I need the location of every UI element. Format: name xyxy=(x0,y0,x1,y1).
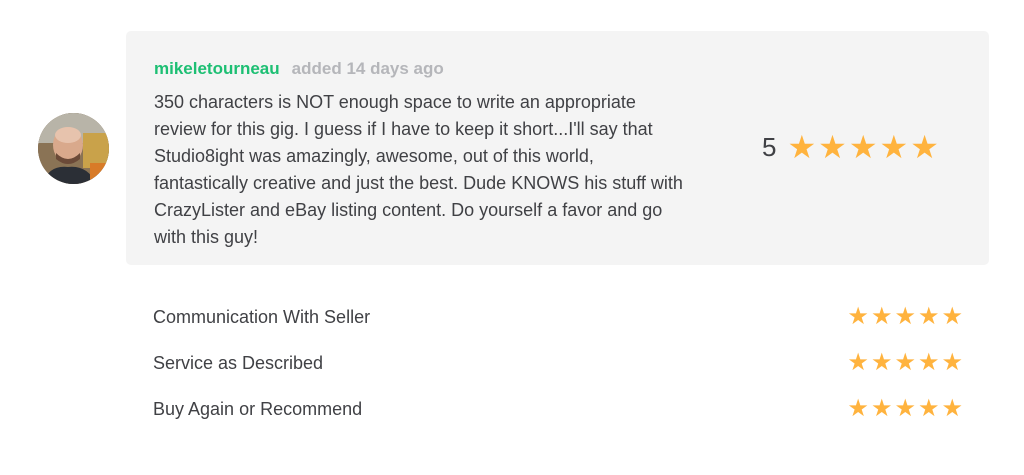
star-icon: ★ xyxy=(941,395,963,422)
star-icon: ★ xyxy=(847,303,869,330)
breakdown-row-service: Service as Described ★ ★ ★ ★ ★ xyxy=(153,340,963,386)
star-icon: ★ xyxy=(847,395,869,422)
star-icon: ★ xyxy=(870,395,893,422)
star-icon: ★ xyxy=(847,349,869,376)
star-icon: ★ xyxy=(894,395,916,422)
avatar-image xyxy=(38,113,109,184)
star-icon: ★ xyxy=(917,303,940,330)
rating-breakdown: Communication With Seller ★ ★ ★ ★ ★ Service … xyxy=(153,294,963,432)
breakdown-row-recommend: Buy Again or Recommend ★ ★ ★ ★ ★ xyxy=(153,386,963,432)
star-icon: ★ xyxy=(894,349,916,376)
star-icon: ★ xyxy=(818,129,847,165)
star-icon: ★ xyxy=(917,395,940,422)
breakdown-row-communication: Communication With Seller ★ ★ ★ ★ ★ xyxy=(153,294,963,340)
review-box: mikeletourneau added 14 days ago 350 char… xyxy=(126,31,989,265)
star-icon: ★ xyxy=(910,129,939,165)
star-icon: ★ xyxy=(787,129,817,165)
star-icon: ★ xyxy=(879,129,909,165)
breakdown-stars: ★ ★ ★ ★ ★ xyxy=(845,305,963,329)
avatar[interactable] xyxy=(38,113,109,184)
star-icon: ★ xyxy=(894,303,916,330)
overall-rating-value: 5 xyxy=(762,131,777,162)
review-card: mikeletourneau added 14 days ago 350 char… xyxy=(0,0,1024,475)
overall-stars: ★ ★ ★ ★ ★ xyxy=(787,131,940,163)
review-header: mikeletourneau added 14 days ago xyxy=(154,59,444,79)
breakdown-label: Service as Described xyxy=(153,352,324,373)
star-icon: ★ xyxy=(848,129,878,165)
star-icon: ★ xyxy=(941,303,963,330)
review-text: 350 characters is NOT enough space to wr… xyxy=(154,92,683,247)
breakdown-stars: ★ ★ ★ ★ ★ xyxy=(845,397,963,421)
breakdown-label: Buy Again or Recommend xyxy=(153,398,363,419)
username-link[interactable]: mikeletourneau xyxy=(154,59,280,78)
star-icon: ★ xyxy=(870,303,893,330)
breakdown-stars: ★ ★ ★ ★ ★ xyxy=(845,351,963,375)
breakdown-label: Communication With Seller xyxy=(153,306,371,327)
star-icon: ★ xyxy=(941,349,963,376)
overall-rating: 5 ★ ★ ★ ★ ★ xyxy=(762,131,941,163)
review-date: added 14 days ago xyxy=(291,59,444,78)
star-icon: ★ xyxy=(917,349,940,376)
star-icon: ★ xyxy=(870,349,893,376)
